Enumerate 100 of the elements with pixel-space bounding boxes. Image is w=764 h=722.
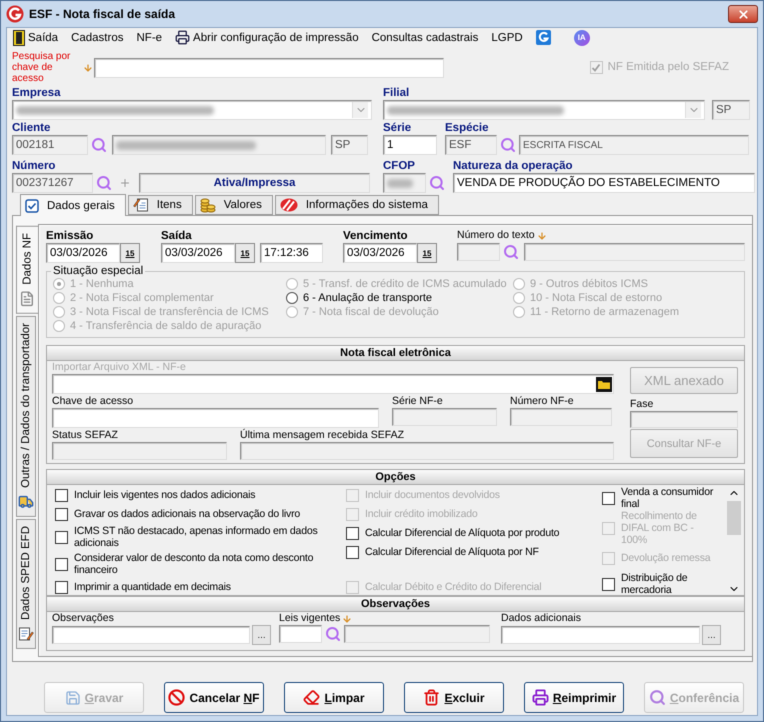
xml-file-field[interactable] (52, 374, 614, 394)
text-number-field[interactable] (457, 243, 500, 261)
checkbox-label: NF Emitida pelo SEFAZ (608, 61, 729, 74)
checkbox[interactable] (55, 508, 68, 520)
tab[interactable]: Dados gerais (20, 194, 126, 216)
action-button[interactable]: Excluir (404, 682, 504, 713)
prohibited-icon (168, 689, 186, 706)
eraser-icon (303, 689, 320, 706)
down-arrow-icon (342, 614, 352, 624)
tab[interactable]: Informações do sistema (274, 195, 439, 215)
menu-item[interactable]: Saída (13, 30, 58, 46)
checkbox-label: Incluir leis vigentes nos dados adicionais (74, 489, 256, 501)
radio-label: 4 - Transferência de saldo de apuração (70, 320, 262, 332)
field-label: Número NF-e (510, 395, 575, 408)
app-icon[interactable] (536, 30, 551, 45)
field-label: Cliente (12, 121, 52, 135)
action-button[interactable]: Cancelar NF (164, 682, 264, 713)
laws-code-field[interactable] (279, 625, 322, 643)
access-key-field[interactable] (52, 408, 379, 428)
dropdown-field[interactable] (12, 100, 372, 120)
client-name-field[interactable] (112, 135, 326, 155)
radio-button[interactable] (286, 292, 298, 304)
app-logo-icon (6, 5, 24, 23)
group-title: Situação especial (52, 265, 144, 277)
laws-description-field[interactable] (344, 625, 490, 643)
side-tab[interactable]: Outras / Dados do transportador (16, 316, 36, 517)
caret-icon (685, 102, 701, 118)
state-field[interactable]: SP (331, 135, 368, 155)
operation-field[interactable]: VENDA DE PRODUÇÃO DO ESTABELECIMENTO (453, 173, 755, 193)
date-field[interactable]: 03/03/2026 (343, 243, 417, 263)
checkbox[interactable] (55, 488, 68, 502)
menu-item[interactable]: Consultas cadastrais (372, 32, 478, 44)
observations-field[interactable] (52, 626, 250, 644)
field-label: Série NF-e (392, 395, 444, 408)
text-description-field[interactable] (524, 243, 745, 261)
status-field[interactable] (52, 442, 227, 460)
section-title: Nota fiscal eletrônica (47, 346, 744, 361)
type-description-field[interactable]: ESCRITA FISCAL (519, 135, 749, 155)
side-tab[interactable]: Dados SPED EFD (16, 518, 36, 649)
checkbox[interactable] (346, 526, 359, 540)
notepad-icon (18, 626, 34, 642)
checkbox[interactable] (55, 530, 68, 544)
checkbox[interactable] (55, 558, 68, 570)
ellipsis-button[interactable]: ... (252, 625, 271, 645)
field-label: Última mensagem recebida SEFAZ (240, 429, 405, 442)
client-code-field[interactable]: 002181 (12, 135, 88, 155)
field-label: Filial (383, 86, 410, 100)
checkbox[interactable] (602, 492, 615, 504)
field-label: Leis vigentes (279, 612, 340, 625)
menu-item[interactable]: Abrir configuração de impressão (175, 30, 359, 45)
status-field: Ativa/Impressa (139, 173, 370, 193)
access-key-field[interactable] (94, 58, 444, 78)
action-button[interactable]: Reimprimir (524, 682, 624, 713)
menu-item[interactable]: Cadastros (71, 32, 124, 44)
close-button[interactable] (728, 5, 758, 23)
nfe-series-field[interactable] (392, 408, 497, 426)
number-field[interactable]: 002371267 (12, 173, 93, 193)
checkbox[interactable] (346, 546, 359, 558)
calendar-button[interactable]: 15 (235, 243, 255, 263)
additional-data-field[interactable] (501, 626, 700, 644)
folder-icon[interactable] (596, 376, 612, 392)
notepad-icon (132, 197, 149, 213)
checkbox-label: Devolução remessa (621, 552, 710, 564)
phase-field[interactable] (630, 411, 738, 428)
series-field[interactable]: 1 (383, 135, 437, 155)
tab[interactable]: Valores (194, 195, 273, 215)
message-field[interactable] (240, 442, 614, 460)
field-label: Importar Arquivo XML - NF-e (52, 361, 187, 374)
down-arrow-icon (536, 230, 547, 240)
checkbox[interactable] (602, 578, 615, 590)
date-field[interactable]: 03/03/2026 (46, 243, 120, 263)
field-label: Vencimento (343, 229, 409, 243)
document-icon (20, 290, 36, 307)
field-label: Status SEFAZ (52, 429, 119, 442)
action-button[interactable]: Limpar (284, 682, 384, 713)
printer-icon (532, 689, 549, 706)
section-title: Observações (47, 597, 744, 612)
cfop-field[interactable] (383, 173, 426, 193)
tab[interactable]: Itens (128, 195, 193, 215)
nfe-number-field[interactable] (510, 408, 612, 426)
type-code-field[interactable]: ESF (445, 135, 497, 155)
calendar-button[interactable]: 15 (120, 243, 140, 263)
field-label: Empresa (12, 86, 62, 100)
truck-icon (18, 494, 34, 510)
menu-item[interactable]: LGPD (491, 32, 523, 44)
radio-label: 7 - Nota fiscal de devolução (303, 306, 439, 318)
ai-badge[interactable]: IA (574, 30, 590, 46)
close-icon (736, 8, 750, 20)
printer-icon (175, 30, 190, 45)
time-field[interactable]: 17:12:36 (260, 243, 323, 263)
checkbox[interactable] (55, 580, 68, 594)
ellipsis-button[interactable]: ... (702, 625, 721, 645)
menu-item[interactable]: NF-e (136, 32, 162, 44)
door-icon (13, 30, 25, 46)
date-field[interactable]: 03/03/2026 (161, 243, 235, 263)
calendar-button[interactable]: 15 (417, 243, 437, 263)
dropdown-field[interactable] (383, 100, 705, 120)
state-field[interactable]: SP (712, 100, 750, 120)
side-tab[interactable]: Dados NF (16, 226, 38, 314)
section-title: Opções (47, 470, 744, 485)
